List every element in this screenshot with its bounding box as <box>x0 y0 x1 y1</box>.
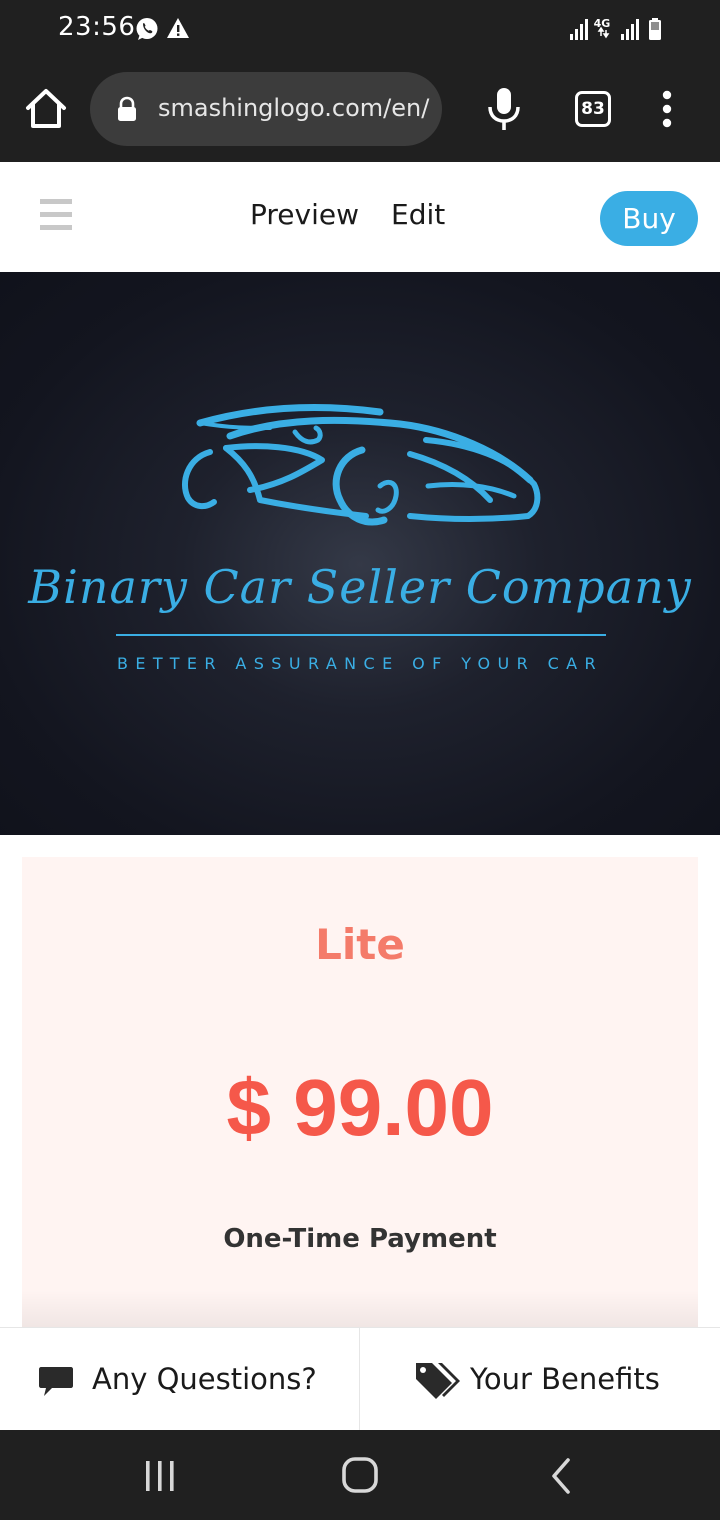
microphone-icon[interactable] <box>484 86 524 132</box>
any-questions-label[interactable]: Any Questions? <box>92 1362 317 1396</box>
status-time: 23:56 <box>58 12 136 42</box>
tab-count-button[interactable]: 83 <box>575 91 611 127</box>
company-name: Binary Car Seller Company <box>28 560 692 614</box>
whatsapp-icon <box>136 18 158 40</box>
back-icon[interactable] <box>546 1456 576 1496</box>
warning-icon <box>167 18 189 38</box>
buy-button[interactable]: Buy <box>600 191 698 246</box>
plan-name: Lite <box>315 920 405 969</box>
plan-price: $ 99.00 <box>226 1063 494 1152</box>
company-tagline: BETTER ASSURANCE OF YOUR CAR <box>116 654 604 673</box>
home-icon[interactable] <box>22 84 70 134</box>
home-nav-icon[interactable] <box>340 1455 380 1495</box>
hamburger-icon[interactable] <box>38 197 74 233</box>
chat-icon <box>39 1367 73 1396</box>
url-text[interactable]: smashinglogo.com/en/cl <box>158 94 430 126</box>
your-benefits-label[interactable]: Your Benefits <box>470 1362 660 1396</box>
logo-preview <box>0 272 720 835</box>
signal-icon: 4G <box>570 17 661 40</box>
lock-icon <box>118 96 136 121</box>
nav-preview-link[interactable]: Preview <box>250 198 359 231</box>
more-vert-icon[interactable] <box>652 88 682 130</box>
car-logo-icon <box>182 403 541 526</box>
pricing-card-fade <box>22 1290 698 1327</box>
battery-icon <box>649 18 661 40</box>
network-type-label: 4G <box>594 17 611 30</box>
plan-payment-type: One-Time Payment <box>223 1224 497 1254</box>
recents-icon[interactable] <box>140 1458 180 1494</box>
nav-edit-link[interactable]: Edit <box>391 198 445 231</box>
company-name-underline <box>116 634 606 636</box>
tags-icon <box>416 1363 460 1399</box>
